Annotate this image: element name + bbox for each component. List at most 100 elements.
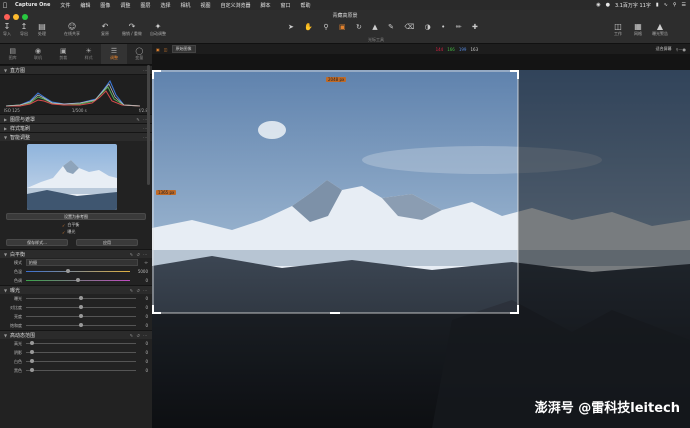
menu-view[interactable]: 视图 (195, 2, 215, 9)
exposure-tools-icon[interactable]: ✎ ↺ ⋯ (130, 288, 148, 293)
import-button[interactable]: ↧ 导入 (3, 22, 11, 37)
menu-camera[interactable]: 相机 (175, 2, 195, 9)
exposure-slider-handle[interactable] (79, 296, 83, 300)
tab-tether[interactable]: ◉ 联机 (25, 44, 50, 64)
hdr-slider[interactable] (26, 359, 136, 363)
rotate-tool-icon[interactable]: ↻ (356, 23, 362, 33)
wb-picker-icon[interactable]: ✚ (472, 23, 478, 33)
set-reference-button[interactable]: 设置为参考图 (6, 213, 146, 220)
panel-scrollbar[interactable] (147, 65, 150, 185)
apple-icon[interactable]:  (0, 2, 10, 9)
hdr-slider[interactable] (26, 350, 136, 354)
tab-style[interactable]: ☀ 样式 (76, 44, 101, 64)
white-balance-header[interactable]: ▼ 白平衡 ✎ ↺ ⋯ (0, 249, 152, 258)
gradient-tool-icon[interactable]: ◑ (425, 23, 431, 33)
menu-help[interactable]: 帮助 (296, 2, 316, 9)
zoom-slider-icon[interactable]: ⚲—● (676, 47, 686, 52)
undo-button[interactable]: ↶ 复原 (101, 22, 109, 37)
exposure-slider[interactable] (26, 296, 136, 300)
wb-tools-icon[interactable]: ✎ ↺ ⋯ (130, 252, 148, 257)
hdr-slider-handle[interactable] (29, 341, 34, 345)
menu-custom-browser[interactable]: 自定义浏览器 (216, 2, 256, 9)
hand-tool-icon[interactable]: ✋ (304, 23, 313, 33)
hdr-slider-handle[interactable] (29, 368, 34, 372)
exposure-header[interactable]: ▼ 曝光 ✎ ↺ ⋯ (0, 285, 152, 294)
zoom-tool-icon[interactable]: ⚲ (323, 23, 328, 33)
pointer-tool-icon[interactable]: ➤ (288, 23, 294, 33)
wb-mode-select[interactable]: 拍摄 (26, 259, 138, 266)
export-button[interactable]: ↥ 导出 (20, 22, 28, 37)
apply-button[interactable]: 应用 (76, 239, 138, 246)
menu-edit[interactable]: 编辑 (75, 2, 95, 9)
hdr-value[interactable]: 0 (136, 350, 148, 355)
tint-slider[interactable] (26, 278, 130, 282)
record-icon[interactable]: ● (606, 2, 610, 8)
exposure-value[interactable]: 0 (136, 296, 148, 301)
eraser-tool-icon[interactable]: ⌫ (404, 23, 414, 33)
save-style-button[interactable]: 保存样式... (6, 239, 68, 246)
search-icon[interactable]: ⚲ (673, 2, 677, 8)
exposure-slider[interactable] (26, 314, 136, 318)
wifi-icon[interactable]: ∿ (664, 2, 668, 8)
tint-value[interactable]: 0 (130, 278, 148, 283)
hdr-slider-handle[interactable] (29, 359, 34, 363)
tab-crop[interactable]: ▣ 剪裁 (51, 44, 76, 64)
crop-tool-icon[interactable]: ▣ (339, 23, 346, 33)
compare-view-icon[interactable]: ◫ (164, 47, 168, 52)
histogram-header[interactable]: ▼ 直方图 ⋯ (0, 65, 152, 74)
tint-slider-handle[interactable] (75, 278, 80, 282)
hdr-value[interactable]: 0 (136, 341, 148, 346)
menu-select[interactable]: 选择 (155, 2, 175, 9)
hdr-slider-handle[interactable] (29, 350, 34, 354)
picker-tool-icon[interactable]: • (441, 23, 445, 33)
hdr-value[interactable]: 0 (136, 368, 148, 373)
share-button[interactable]: ☺ 在线共享 (64, 22, 80, 37)
redo-button[interactable]: ↷ 撤销 / 重做 (122, 22, 142, 37)
hdr-value[interactable]: 0 (136, 359, 148, 364)
exposure-slider-handle[interactable] (79, 314, 83, 318)
menu-file[interactable]: 文件 (55, 2, 75, 9)
exposure-slider[interactable] (26, 305, 136, 309)
annotate-tool-icon[interactable]: ✏ (456, 23, 462, 33)
exposure-value[interactable]: 0 (136, 305, 148, 310)
battery-icon[interactable]: ▮ (656, 2, 659, 8)
hdr-slider[interactable] (26, 368, 136, 372)
kelvin-slider-handle[interactable] (65, 269, 70, 273)
proof-select[interactable]: 原始图像 (171, 45, 196, 53)
process-button[interactable]: ▤ 处理 (38, 22, 46, 37)
mask-brush-icon[interactable]: ✎ (388, 23, 394, 33)
smart-adjust-header[interactable]: ▼ 智能调整 ⋯ (0, 132, 152, 141)
eyedropper-icon[interactable]: ✏ (138, 260, 148, 265)
layers-header[interactable]: ▶ 图层与遮罩 ✎ ⋯ (0, 114, 152, 123)
kelvin-slider[interactable] (26, 269, 130, 273)
wb-checkbox[interactable]: ✓ 白平衡 (62, 222, 79, 228)
menu-window[interactable]: 窗口 (276, 2, 296, 9)
zoom-fit-label[interactable]: 适合屏幕 (656, 46, 672, 52)
menu-adjust[interactable]: 调整 (115, 2, 135, 9)
style-brush-header[interactable]: ▶ 样式笔刷 ⋯ (0, 123, 152, 132)
hdr-header[interactable]: ▼ 高动态范围 ✎ ↺ ⋯ (0, 330, 152, 339)
tab-variant[interactable]: ◯ 变量 (127, 44, 152, 64)
wechat-icon[interactable]: ◉ (596, 2, 600, 8)
grid-button[interactable]: ▦ 网格 (634, 22, 642, 37)
exposure-slider-handle[interactable] (79, 323, 83, 327)
menu-app-name[interactable]: Capture One (10, 2, 55, 8)
tab-adjust[interactable]: ☰ 调整 (101, 44, 127, 64)
photo-canvas[interactable]: 2048 px 1365 px 澎湃号 @雷科技leitech (152, 70, 690, 428)
single-view-icon[interactable]: ▣ (156, 47, 160, 52)
menu-layers[interactable]: 图层 (135, 2, 155, 9)
tab-library[interactable]: ▤ 图库 (0, 44, 25, 64)
keystone-tool-icon[interactable]: ▲ (372, 23, 377, 33)
exposure-slider[interactable] (26, 323, 136, 327)
menu-scripts[interactable]: 脚本 (256, 2, 276, 9)
exposure-checkbox[interactable]: ✓ 曝光 (62, 229, 75, 235)
workspace-button[interactable]: ◫ 工作 (614, 22, 622, 37)
exposure-warning-button[interactable]: ▲ 曝光警告 (652, 22, 668, 37)
word-count-status[interactable]: 3.1百万字 11字 (615, 2, 651, 9)
menu-image[interactable]: 图像 (95, 2, 115, 9)
kelvin-value[interactable]: 5000 (130, 269, 148, 274)
exposure-value[interactable]: 0 (136, 323, 148, 328)
control-center-icon[interactable]: ☰ (682, 2, 686, 8)
exposure-value[interactable]: 0 (136, 314, 148, 319)
exposure-slider-handle[interactable] (79, 305, 83, 309)
